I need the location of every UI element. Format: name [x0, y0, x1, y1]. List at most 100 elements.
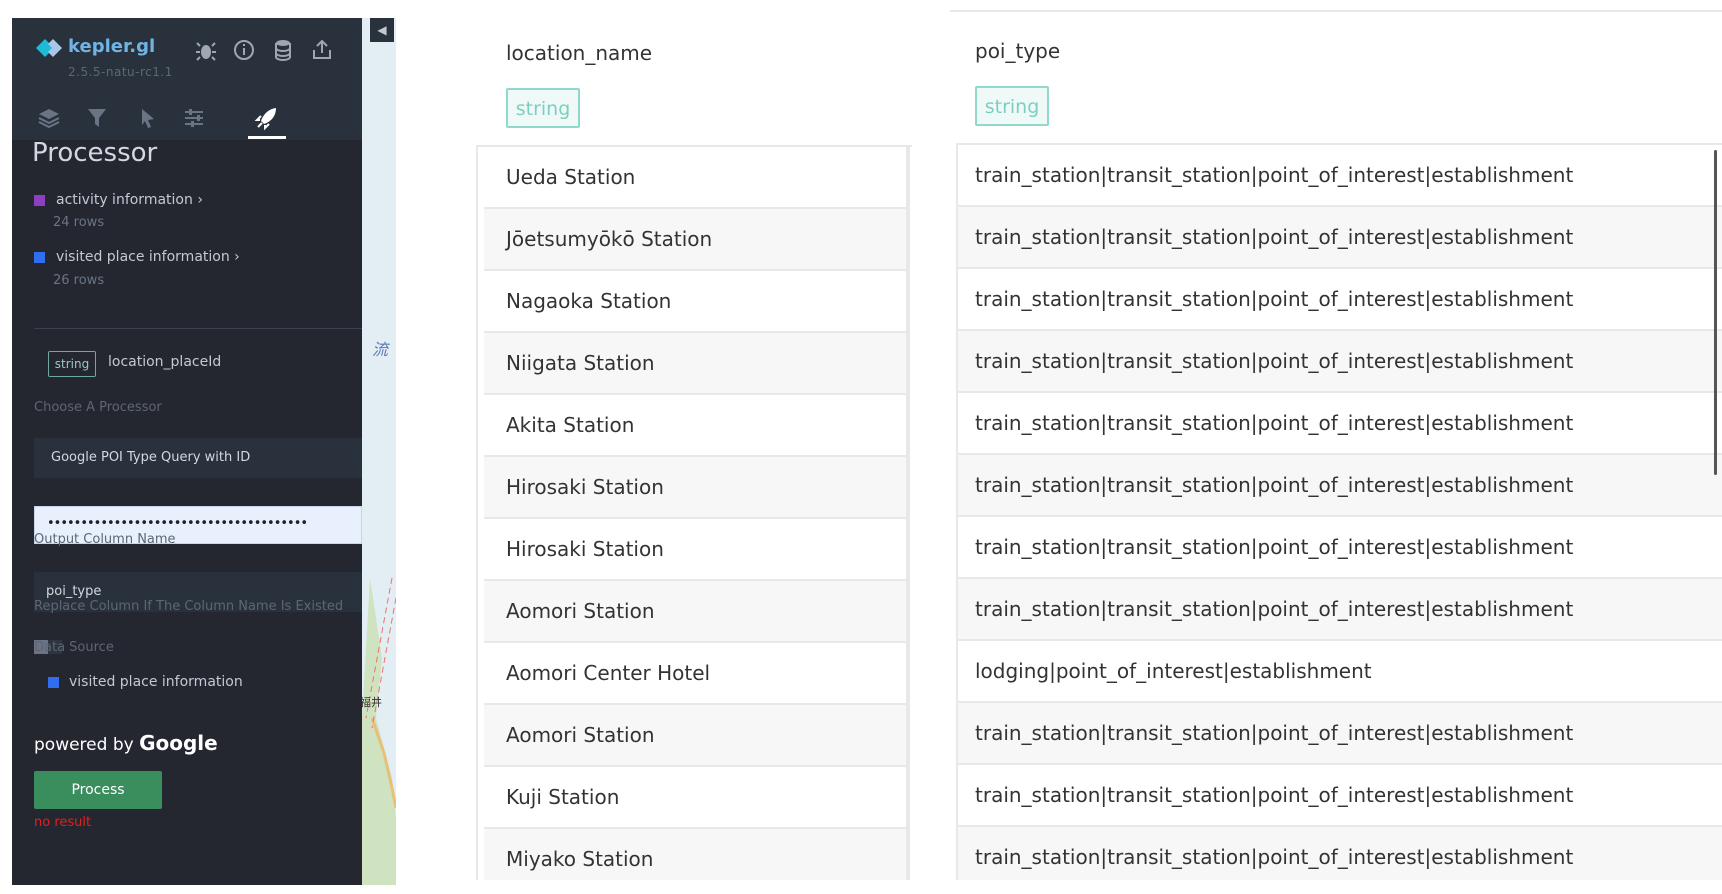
table-cell: Aomori Center Hotel — [506, 661, 711, 685]
field-name: location_placeId — [108, 354, 222, 370]
process-button[interactable]: Process — [34, 771, 162, 809]
table-location-name: location_name string Ueda Station Jōetsum… — [476, 0, 912, 880]
processor-panel: Processor activity information › 24 rows… — [12, 140, 396, 885]
table-cell: Kuji Station — [506, 785, 620, 809]
choose-processor-label: Choose A Processor — [34, 400, 162, 415]
table-row[interactable]: Akita Station — [484, 395, 906, 457]
column-type-badge: string — [975, 86, 1049, 126]
column-header[interactable]: poi_type — [975, 39, 1060, 63]
layers-tab-icon[interactable] — [34, 103, 64, 133]
bug-icon[interactable] — [194, 38, 218, 62]
table-cell: Aomori Station — [506, 723, 655, 747]
table-row[interactable]: train_station|transit_station|point_of_i… — [958, 765, 1722, 827]
table-row[interactable]: Aomori Center Hotel — [484, 643, 906, 705]
google-logo: Google — [139, 731, 218, 755]
table-cell: Akita Station — [506, 413, 635, 437]
table-cell: train_station|transit_station|point_of_i… — [975, 845, 1574, 869]
column-type-badge: string — [506, 88, 580, 128]
table-cell: train_station|transit_station|point_of_i… — [975, 349, 1574, 373]
table-cell: train_station|transit_station|point_of_i… — [975, 411, 1574, 435]
kepler-logo-icon — [36, 39, 62, 57]
map-view[interactable]: 流 福井 — [362, 18, 396, 885]
panel-header: kepler.gl 2.5.5-natu-rc1.1 — [12, 18, 396, 140]
table-row[interactable]: Ueda Station — [484, 147, 906, 209]
table-row[interactable]: train_station|transit_station|point_of_i… — [958, 393, 1722, 455]
table-row[interactable]: Aomori Station — [484, 581, 906, 643]
table-row[interactable]: Kuji Station — [484, 767, 906, 829]
table-row[interactable]: train_station|transit_station|point_of_i… — [958, 517, 1722, 579]
column-resize-handle[interactable] — [906, 145, 910, 880]
processor-select[interactable]: Google POI Type Query with ID — [34, 438, 362, 478]
powered-by-google: powered by Google — [34, 731, 218, 755]
table-border — [956, 145, 958, 880]
table-row[interactable]: Hirosaki Station — [484, 457, 906, 519]
map-label: 福井 — [362, 696, 382, 709]
collapse-panel-button[interactable]: ◀ — [370, 18, 394, 42]
table-cell: train_station|transit_station|point_of_i… — [975, 163, 1574, 187]
table-row[interactable]: Hirosaki Station — [484, 519, 906, 581]
dataset-name-activity[interactable]: activity information › — [56, 192, 203, 208]
table-cell: Hirosaki Station — [506, 537, 664, 561]
table-row[interactable]: train_station|transit_station|point_of_i… — [958, 703, 1722, 765]
app-version: 2.5.5-natu-rc1.1 — [68, 65, 173, 79]
table-row[interactable]: train_station|transit_station|point_of_i… — [958, 207, 1722, 269]
table-poi-type: poi_type string train_station|transit_st… — [956, 0, 1722, 880]
divider — [34, 328, 362, 329]
side-panel: kepler.gl 2.5.5-natu-rc1.1 Processor act… — [12, 18, 396, 885]
share-icon[interactable] — [310, 38, 334, 62]
table-border — [476, 145, 912, 147]
table-cell: Niigata Station — [506, 351, 655, 375]
field-type-badge: string — [48, 351, 96, 377]
data-source-label: Data Source — [34, 640, 114, 655]
chevron-left-icon: ◀ — [377, 23, 387, 37]
processor-title: Processor — [32, 140, 158, 168]
filter-tab-icon[interactable] — [82, 103, 112, 133]
active-tab-indicator — [248, 136, 286, 139]
dataset-row-count: 26 rows — [53, 273, 105, 288]
table-cell: Miyako Station — [506, 847, 654, 871]
info-icon[interactable] — [232, 38, 256, 62]
table-cell: Ueda Station — [506, 165, 636, 189]
table-cell: lodging|point_of_interest|establishment — [975, 659, 1372, 683]
table-scrollbar[interactable] — [1714, 150, 1717, 475]
rocket-tab-icon[interactable] — [252, 103, 282, 133]
column-header[interactable]: location_name — [506, 41, 652, 65]
table-row[interactable]: train_station|transit_station|point_of_i… — [958, 269, 1722, 331]
table-row[interactable]: Niigata Station — [484, 333, 906, 395]
table-row[interactable]: Jōetsumyōkō Station — [484, 209, 906, 271]
table-cell: train_station|transit_station|point_of_i… — [975, 287, 1574, 311]
table-row[interactable]: train_station|transit_station|point_of_i… — [958, 455, 1722, 517]
table-row[interactable]: train_station|transit_station|point_of_i… — [958, 331, 1722, 393]
dataset-name-visited-place[interactable]: visited place information › — [56, 249, 240, 265]
table-row[interactable]: Miyako Station — [484, 829, 906, 880]
dataset-color-swatch — [34, 195, 45, 206]
chevron-right-icon: › — [197, 192, 203, 208]
interaction-tab-icon[interactable] — [132, 103, 162, 133]
dataset-row-count: 24 rows — [53, 215, 105, 230]
output-column-label: Output Column Name — [34, 532, 176, 547]
table-row[interactable]: train_station|transit_station|point_of_i… — [958, 827, 1722, 880]
map-label: 流 — [372, 340, 389, 359]
table-row[interactable]: lodging|point_of_interest|establishment — [958, 641, 1722, 703]
table-row[interactable]: train_station|transit_station|point_of_i… — [958, 145, 1722, 207]
map-background — [362, 18, 396, 885]
table-border — [956, 143, 1722, 145]
table-cell: train_station|transit_station|point_of_i… — [975, 535, 1574, 559]
table-row[interactable]: Nagaoka Station — [484, 271, 906, 333]
table-border — [476, 145, 484, 880]
table-cell: train_station|transit_station|point_of_i… — [975, 597, 1574, 621]
result-status: no result — [34, 815, 92, 830]
data-source-color-swatch — [48, 677, 59, 688]
database-icon[interactable] — [271, 38, 295, 62]
table-cell: Nagaoka Station — [506, 289, 672, 313]
dataset-color-swatch — [34, 252, 45, 263]
table-row[interactable]: train_station|transit_station|point_of_i… — [958, 579, 1722, 641]
data-source-value[interactable]: visited place information — [69, 674, 243, 690]
table-cell: train_station|transit_station|point_of_i… — [975, 225, 1574, 249]
table-cell: train_station|transit_station|point_of_i… — [975, 721, 1574, 745]
table-cell: Hirosaki Station — [506, 475, 664, 499]
table-row[interactable]: Aomori Station — [484, 705, 906, 767]
map-settings-tab-icon[interactable] — [179, 103, 209, 133]
table-cell: Jōetsumyōkō Station — [506, 227, 713, 251]
table-cell: train_station|transit_station|point_of_i… — [975, 473, 1574, 497]
